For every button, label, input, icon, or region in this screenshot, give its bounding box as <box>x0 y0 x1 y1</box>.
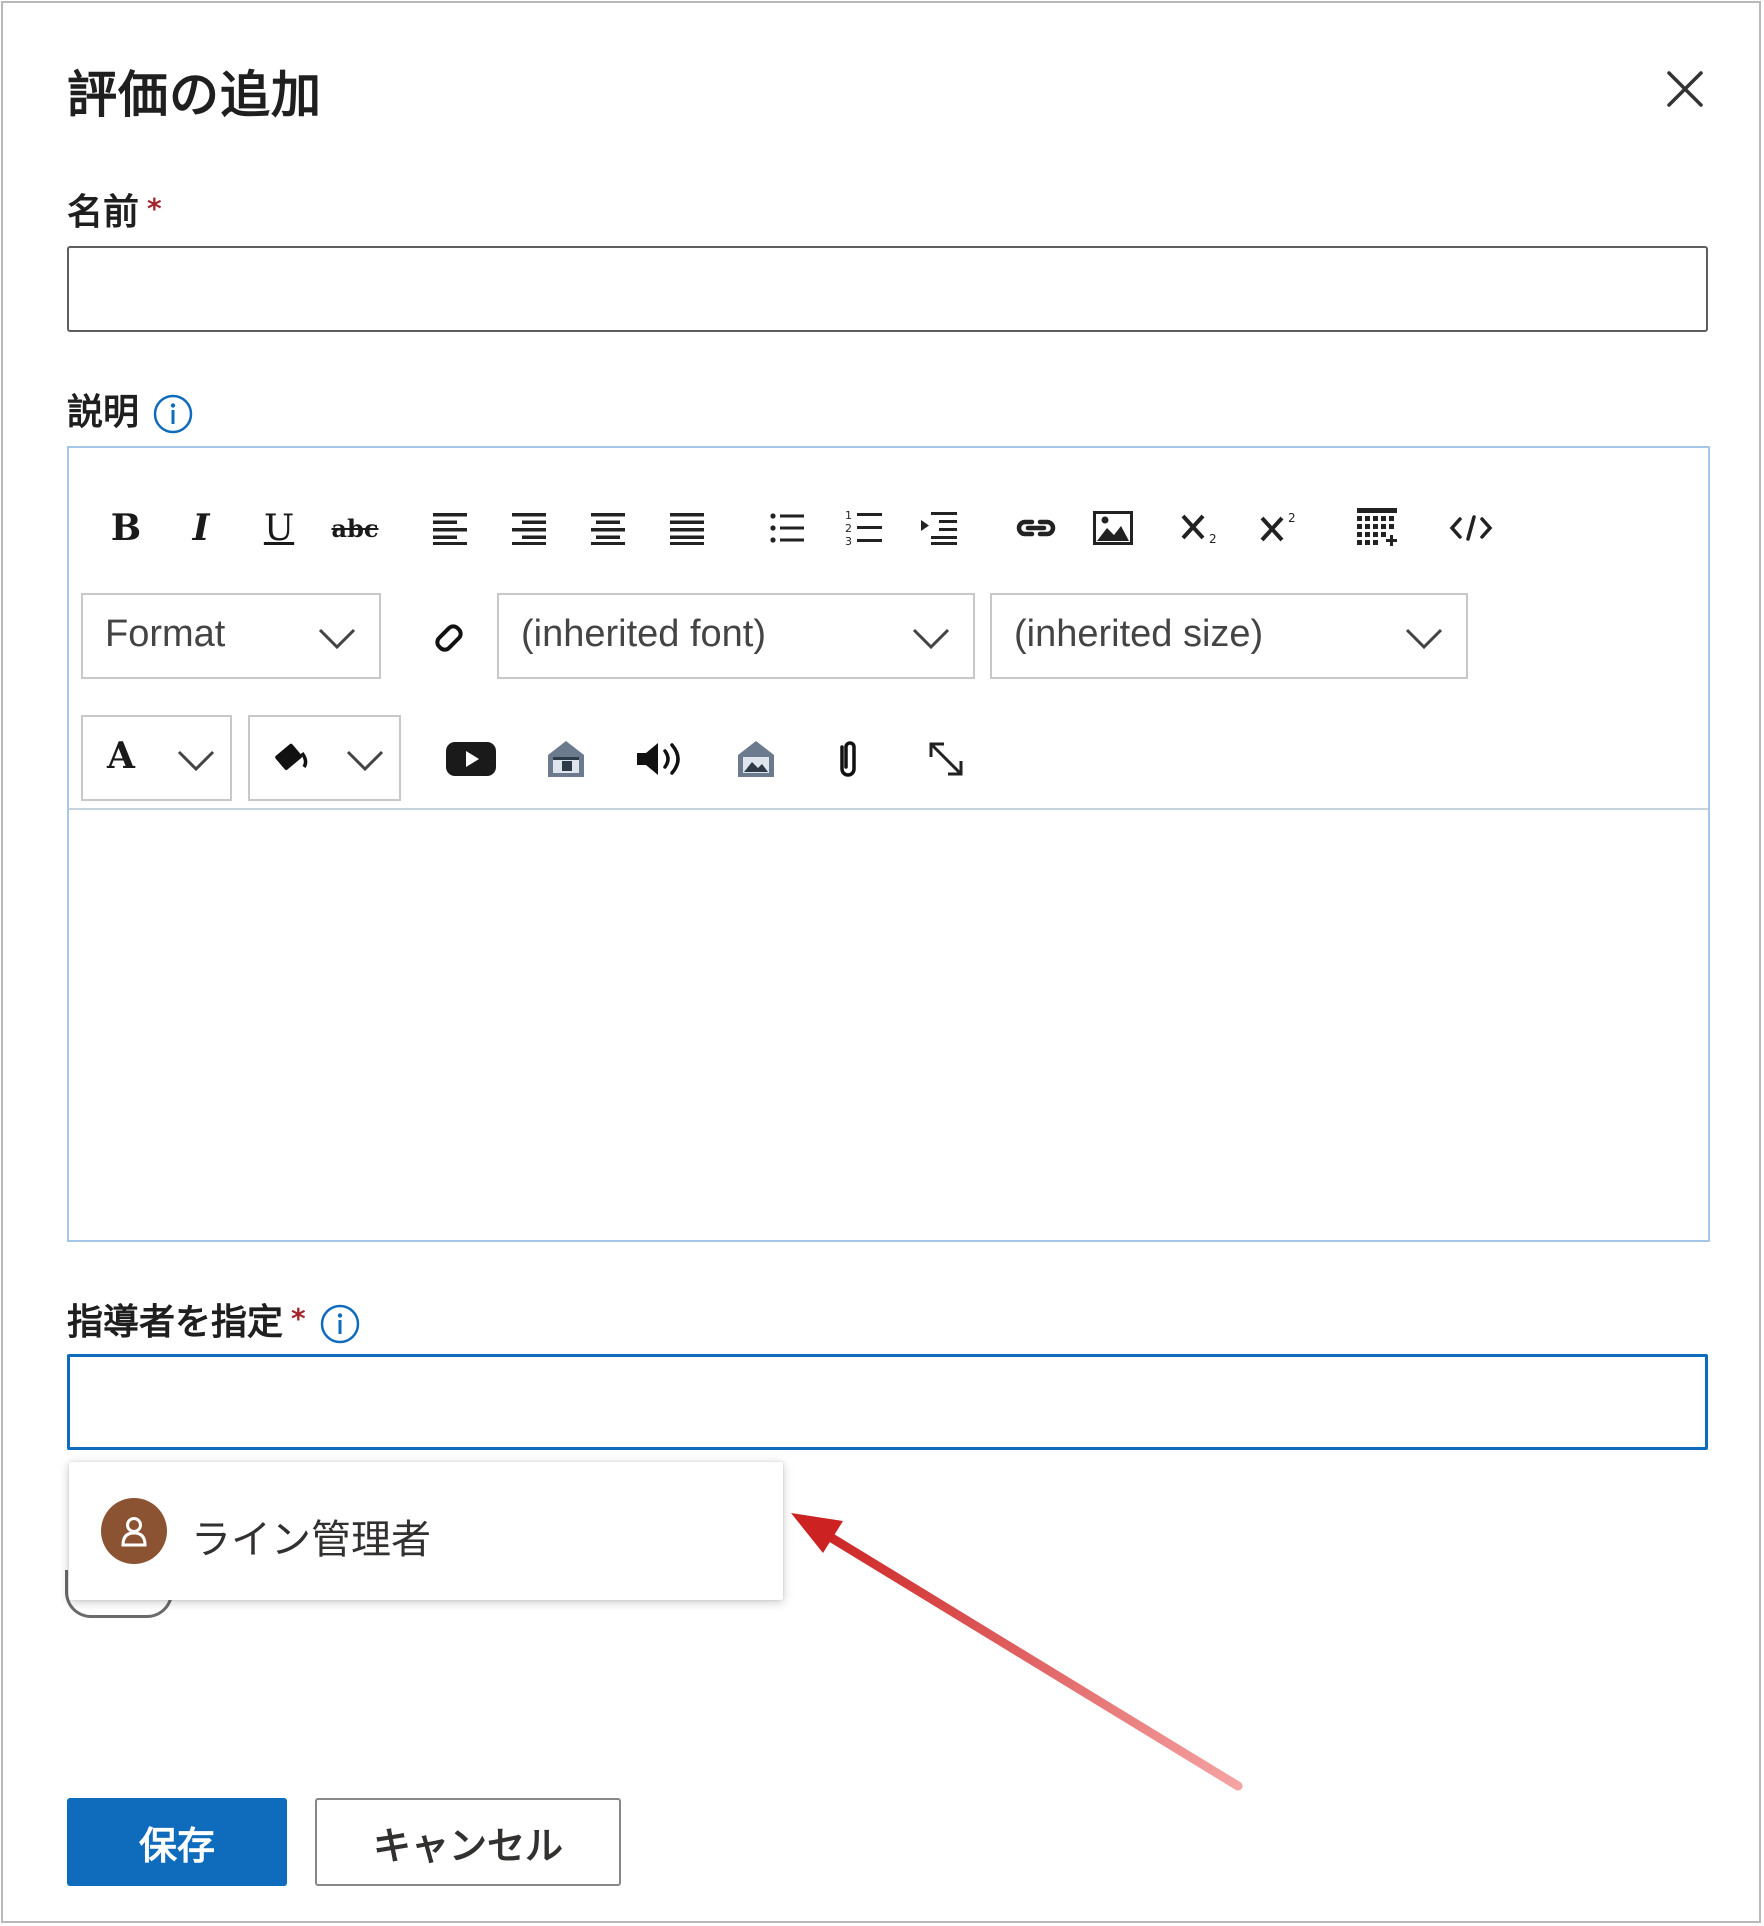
bulleted-list-button[interactable] <box>759 500 815 556</box>
name-label: 名前 * <box>67 183 162 235</box>
code-icon <box>1449 515 1493 541</box>
description-label-text: 説明 <box>67 392 140 433</box>
svg-text:2: 2 <box>1209 532 1217 546</box>
paperclip-icon <box>840 741 856 777</box>
table-icon <box>1357 508 1397 546</box>
expand-button[interactable] <box>918 731 974 787</box>
align-center-button[interactable] <box>580 500 636 556</box>
html-source-button[interactable] <box>1443 500 1499 556</box>
insert-picture-button[interactable] <box>728 731 784 787</box>
bold-icon: B <box>110 507 142 549</box>
format-dropdown[interactable]: Format <box>81 593 381 679</box>
italic-icon: I <box>192 507 210 549</box>
svg-text:3: 3 <box>845 535 852 548</box>
indent-icon <box>921 512 957 545</box>
save-button[interactable]: 保存 <box>67 1798 287 1886</box>
size-dropdown-label: (inherited size) <box>1014 613 1264 655</box>
align-left-button[interactable] <box>422 500 478 556</box>
subscript-icon: 2 <box>1181 514 1217 546</box>
chevron-down-icon <box>346 750 384 772</box>
numbered-list-icon: 123 <box>845 509 882 548</box>
font-color-dropdown[interactable]: A <box>81 715 232 801</box>
svg-text:1: 1 <box>845 509 852 522</box>
italic-button[interactable]: I <box>173 500 229 556</box>
video-icon <box>548 741 584 777</box>
close-icon[interactable] <box>1663 67 1707 111</box>
insert-video-button[interactable] <box>538 731 594 787</box>
avatar <box>101 1498 167 1564</box>
youtube-button[interactable] <box>443 731 499 787</box>
required-mark: * <box>147 192 162 225</box>
annotation-arrow <box>791 1513 1243 1791</box>
audio-icon <box>637 743 680 775</box>
editor-content-area[interactable] <box>69 808 1708 1242</box>
rich-text-editor: B I U abc 123 2 2 Format (inherited font… <box>67 446 1710 1242</box>
bold-button[interactable]: B <box>98 500 154 556</box>
size-dropdown[interactable]: (inherited size) <box>990 593 1468 679</box>
format-dropdown-label: Format <box>105 613 226 655</box>
align-right-button[interactable] <box>501 500 557 556</box>
numbered-list-button[interactable]: 123 <box>836 500 892 556</box>
bulleted-list-icon <box>770 513 804 543</box>
link-button[interactable] <box>1008 500 1064 556</box>
paint-bucket-icon <box>275 743 308 771</box>
underline-button[interactable]: U <box>251 500 307 556</box>
align-justify-button[interactable] <box>659 500 715 556</box>
dialog-title: 評価の追加 <box>67 66 322 124</box>
expand-icon <box>929 742 963 776</box>
description-label: 説明 <box>67 383 193 435</box>
align-justify-icon <box>670 513 704 545</box>
subscript-button[interactable]: 2 <box>1173 500 1229 556</box>
indent-button[interactable] <box>911 500 967 556</box>
picture-icon <box>738 741 774 777</box>
youtube-icon <box>446 742 496 776</box>
chevron-down-icon <box>318 628 356 650</box>
chevron-down-icon <box>177 750 215 772</box>
image-icon <box>1093 511 1133 545</box>
instructor-input[interactable] <box>67 1354 1708 1450</box>
attachment-button[interactable] <box>820 731 876 787</box>
info-icon[interactable] <box>320 1304 360 1344</box>
superscript-icon: 2 <box>1260 511 1296 542</box>
align-left-icon <box>433 513 467 545</box>
name-label-text: 名前 <box>67 192 140 233</box>
font-dropdown[interactable]: (inherited font) <box>497 593 975 679</box>
image-button[interactable] <box>1085 500 1141 556</box>
instructor-label-text: 指導者を指定 <box>67 1302 284 1343</box>
chevron-down-icon <box>1405 628 1443 650</box>
highlight-color-dropdown[interactable] <box>248 715 401 801</box>
instructor-label: 指導者を指定 * <box>67 1293 360 1345</box>
toolbar-row-1: B I U abc 123 2 2 <box>69 500 1708 570</box>
chevron-down-icon <box>912 628 950 650</box>
dialog: 評価の追加 名前 * 説明 B I U abc 123 2 2 Format (… <box>1 1 1761 1923</box>
suggestion-name: ライン管理者 <box>191 1518 431 1562</box>
align-center-icon <box>591 513 625 545</box>
suggestion-list: ライン管理者 <box>69 1462 783 1600</box>
suggestion-item[interactable]: ライン管理者 <box>69 1462 783 1600</box>
name-input[interactable] <box>67 246 1708 332</box>
insert-audio-button[interactable] <box>632 731 688 787</box>
person-icon <box>121 1517 147 1547</box>
info-icon[interactable] <box>153 394 193 434</box>
required-mark: * <box>291 1302 306 1335</box>
strikethrough-icon: abc <box>331 513 379 543</box>
svg-text:2: 2 <box>845 522 852 535</box>
eraser-icon <box>435 624 463 652</box>
cancel-button[interactable]: キャンセル <box>315 1798 621 1886</box>
table-button[interactable] <box>1349 500 1405 556</box>
clear-formatting-button[interactable] <box>421 610 477 666</box>
strikethrough-button[interactable]: abc <box>327 500 383 556</box>
superscript-button[interactable]: 2 <box>1252 500 1308 556</box>
font-color-icon: A <box>107 735 135 777</box>
align-right-icon <box>512 513 546 545</box>
font-dropdown-label: (inherited font) <box>521 613 767 655</box>
svg-text:2: 2 <box>1288 511 1296 525</box>
underline-icon: U <box>263 507 295 549</box>
link-icon <box>1016 519 1056 537</box>
